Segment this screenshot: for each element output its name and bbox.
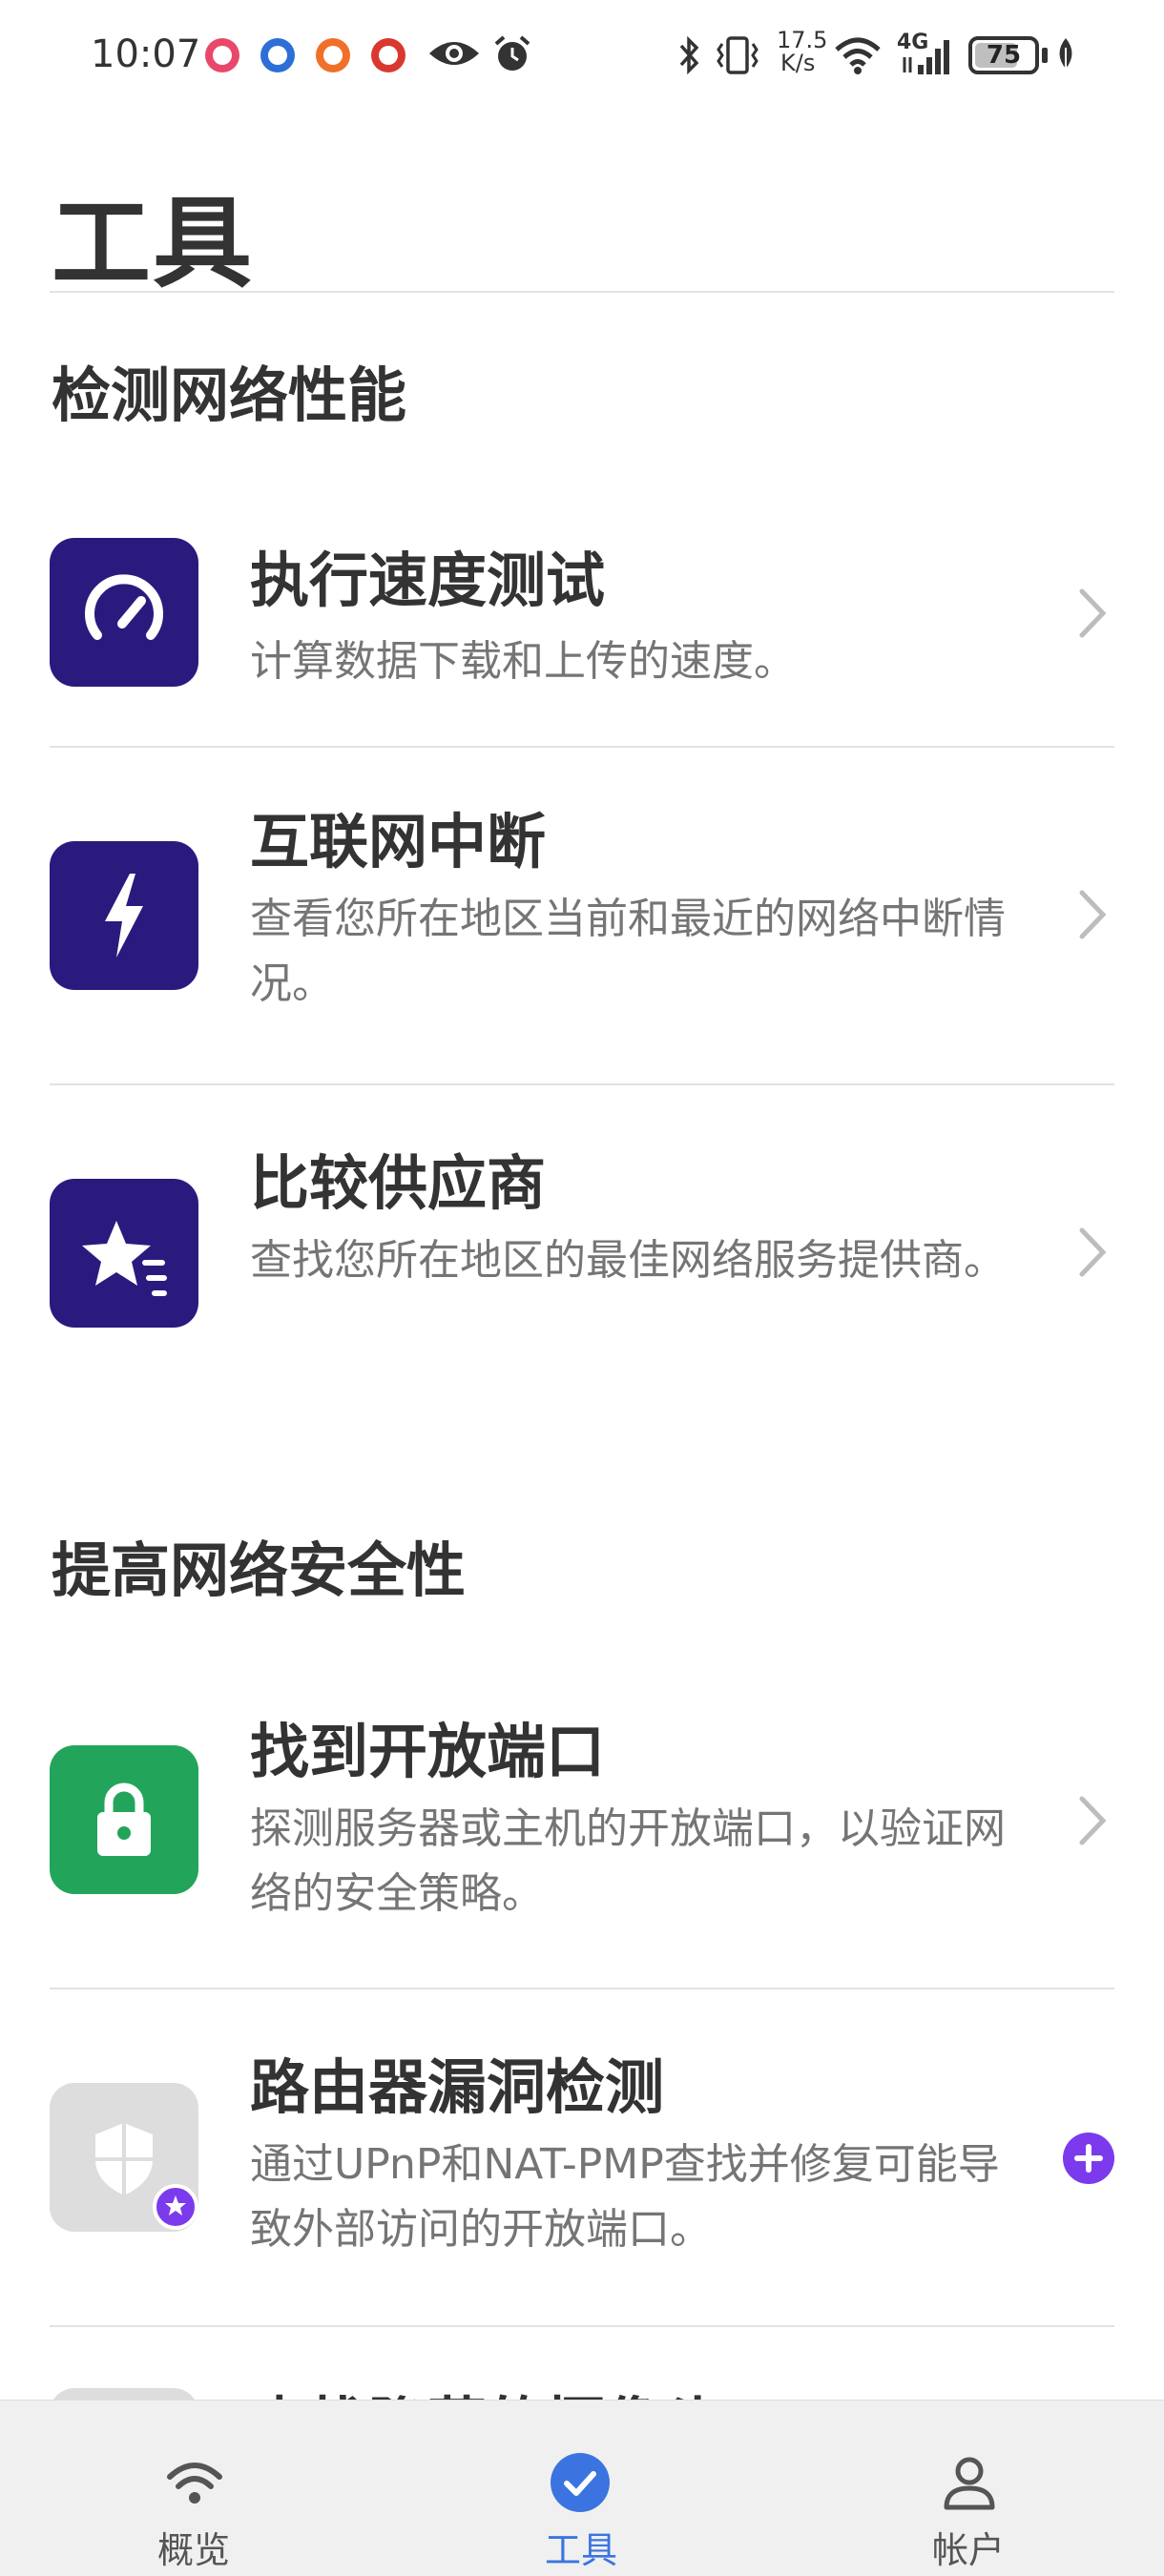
item-description: 探测服务器或主机的开放端口，以验证网络的安全策略。	[250, 1804, 1006, 1918]
star-icon	[165, 2195, 186, 2215]
item-title: 互联网中断	[250, 807, 547, 876]
nav-tab-account[interactable]: 帐户	[775, 2401, 1162, 2576]
speedometer-icon	[85, 574, 163, 640]
nav-label: 概览	[156, 2529, 230, 2571]
chevron-right-icon	[1079, 588, 1107, 638]
router-vuln-icon-tile	[50, 2083, 198, 2232]
camera-icon	[50, 2388, 198, 2400]
leaf-icon	[1059, 38, 1072, 72]
battery-tip	[1042, 48, 1048, 63]
section-title-performance: 检测网络性能	[52, 361, 407, 430]
bluetooth-icon	[679, 36, 699, 74]
star-icon	[82, 1221, 167, 1296]
plus-icon	[1074, 2144, 1103, 2173]
nav-tab-overview[interactable]: 概览	[0, 2401, 387, 2576]
notification-app-icon	[371, 38, 405, 72]
item-description: 查找您所在地区的最佳网络服务提供商。	[250, 1236, 1006, 1285]
section-title-security: 提高网络安全性	[52, 1535, 467, 1605]
notification-app-icon	[260, 38, 295, 72]
item-title: 比较供应商	[250, 1148, 547, 1218]
lightning-bolt-icon	[105, 874, 143, 958]
item-description: 计算数据下载和上传的速度。	[250, 637, 796, 686]
alarm-icon	[494, 35, 530, 71]
status-time: 10:07	[91, 32, 201, 76]
open-ports-icon-tile	[50, 1745, 198, 1894]
network-speed-unit: K/s	[780, 50, 816, 76]
chevron-right-icon	[1079, 1227, 1107, 1277]
list-item-compare-providers[interactable]: 比较供应商 查找您所在地区的最佳网络服务提供商。	[0, 1085, 1164, 1421]
item-description: 查看您所在地区当前和最近的网络中断情况。	[250, 895, 1006, 1008]
item-description: 通过UPnP和NAT-PMP查找并修复可能导致外部访问的开放端口。	[250, 2140, 1000, 2254]
page-title: 工具	[52, 185, 255, 301]
bottom-navigation: 概览 工具 帐户	[0, 2400, 1164, 2576]
battery-indicator: 75	[968, 36, 1039, 74]
vibrate-icon	[717, 36, 759, 74]
wifi-icon	[167, 2463, 222, 2504]
lock-icon	[97, 1783, 151, 1856]
compare-icon-tile	[50, 1179, 198, 1328]
chevron-right-icon	[1079, 890, 1107, 939]
user-icon	[944, 2457, 995, 2510]
wifi-signal-icon	[835, 37, 881, 74]
header-divider	[50, 291, 1114, 293]
speed-test-icon-tile	[50, 538, 198, 687]
status-bar: 10:07 17.5 K/s 4G 75	[0, 0, 1164, 114]
add-premium-button[interactable]	[1063, 2133, 1114, 2184]
outage-icon-tile	[50, 841, 198, 990]
item-title: 找到开放端口	[250, 1717, 606, 1786]
cellular-signal-icon	[903, 40, 949, 74]
network-speed-value: 17.5	[777, 27, 828, 53]
list-item-speed-test[interactable]: 执行速度测试 计算数据下载和上传的速度。	[0, 496, 1164, 746]
nav-label: 帐户	[931, 2529, 1005, 2571]
list-item-open-ports[interactable]: 找到开放端口 探测服务器或主机的开放端口，以验证网络的安全策略。	[0, 1650, 1164, 1988]
nav-tab-tools[interactable]: 工具	[387, 2401, 775, 2576]
list-item-hidden-camera[interactable]: 查找隐藏的摄像头	[0, 2327, 1164, 2400]
list-item-internet-outage[interactable]: 互联网中断 查看您所在地区当前和最近的网络中断情况。	[0, 748, 1164, 1083]
item-title: 路由器漏洞检测	[250, 2052, 665, 2122]
notification-app-icon	[316, 38, 350, 72]
item-title: 查找隐藏的摄像头	[250, 2377, 723, 2400]
check-circle-icon	[551, 2453, 610, 2512]
eye-icon	[429, 42, 479, 65]
nav-label: 工具	[544, 2529, 617, 2571]
battery-level: 75	[986, 41, 1022, 70]
list-item-router-vulnerability[interactable]: 路由器漏洞检测 通过UPnP和NAT-PMP查找并修复可能导致外部访问的开放端口…	[0, 1989, 1164, 2325]
notification-app-icon	[205, 38, 239, 72]
chevron-right-icon	[1079, 1796, 1107, 1845]
item-title: 执行速度测试	[250, 546, 606, 615]
premium-star-badge	[153, 2184, 198, 2230]
